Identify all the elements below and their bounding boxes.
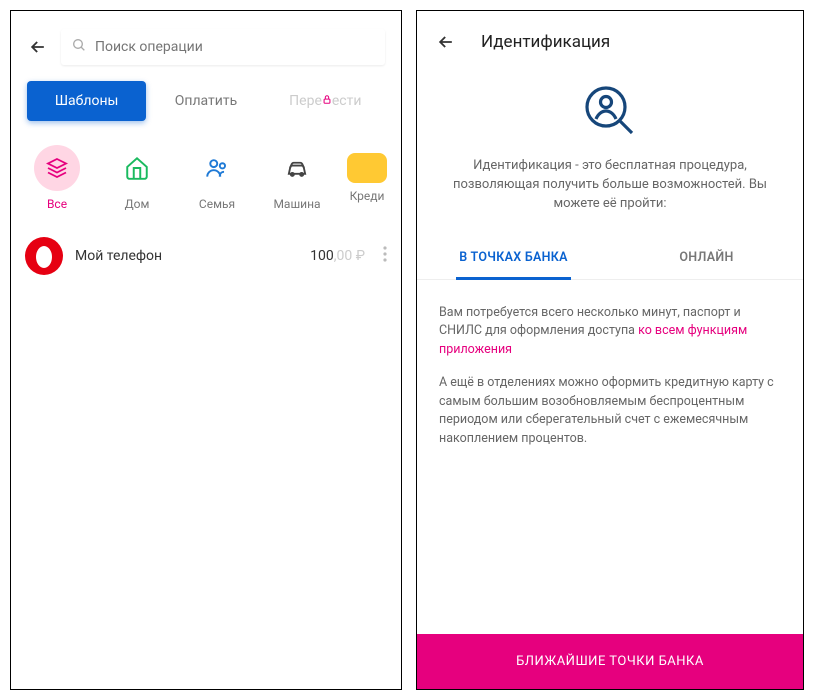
back-button[interactable] [435,31,457,53]
category-label: Дом [125,197,150,211]
mts-egg-icon [25,237,63,275]
more-icon[interactable] [377,246,387,266]
search-box[interactable] [61,29,385,65]
header [11,11,401,77]
paragraph-2: А ещё в отделениях можно оформить кредит… [439,374,781,449]
tab-bank-points[interactable]: В ТОЧКАХ БАНКА [417,236,610,279]
lock-icon [322,94,332,108]
tab-templates[interactable]: Шаблоны [27,81,146,121]
house-icon [114,145,160,191]
identification-description: Идентификация - это бесплатная процедура… [417,157,803,236]
category-all[interactable]: Все [17,145,97,211]
tab-transfer[interactable]: Пере ести [266,81,385,121]
category-strip[interactable]: Все Дом Семья Машина Креди [11,131,401,221]
car-icon [274,145,320,191]
identification-hero-icon [417,73,803,157]
tab-transfer-prefix: Пере [289,93,322,109]
search-input[interactable] [95,39,375,55]
header: Идентификация [417,11,803,73]
category-label: Машина [273,197,320,211]
category-family[interactable]: Семья [177,145,257,211]
paragraph-1: Вам потребуется всего несколько минут, п… [439,304,781,360]
back-button[interactable] [27,36,49,58]
list-item-amount: 100,00 ₽ [310,248,365,264]
category-label: Семья [199,197,235,211]
people-icon [194,145,240,191]
screen-payments: Шаблоны Оплатить Пере ести Все Дом Семья [10,10,402,690]
tab-pay[interactable]: Оплатить [146,81,265,121]
tab-content: Вам потребуется всего несколько минут, п… [417,280,803,487]
category-car[interactable]: Машина [257,145,337,211]
wallet-icon [347,153,387,183]
category-home[interactable]: Дом [97,145,177,211]
nearest-points-button[interactable]: БЛИЖАЙШИЕ ТОЧКИ БАНКА [417,634,803,689]
stack-icon [34,145,80,191]
tab-online[interactable]: ОНЛАЙН [610,236,803,279]
category-credits[interactable]: Креди [337,145,397,211]
category-label: Креди [350,189,385,203]
identification-tabs: В ТОЧКАХ БАНКА ОНЛАЙН [417,236,803,280]
list-item-my-phone[interactable]: Мой телефон 100,00 ₽ [11,221,401,291]
category-label: Все [47,197,67,211]
screen-identification: Идентификация Идентификация - это беспла… [416,10,804,690]
tab-transfer-suffix: ести [332,93,362,109]
main-tabs: Шаблоны Оплатить Пере ести [11,77,401,131]
list-item-title: Мой телефон [75,248,298,264]
search-icon [71,37,87,57]
page-title: Идентификация [481,32,610,52]
